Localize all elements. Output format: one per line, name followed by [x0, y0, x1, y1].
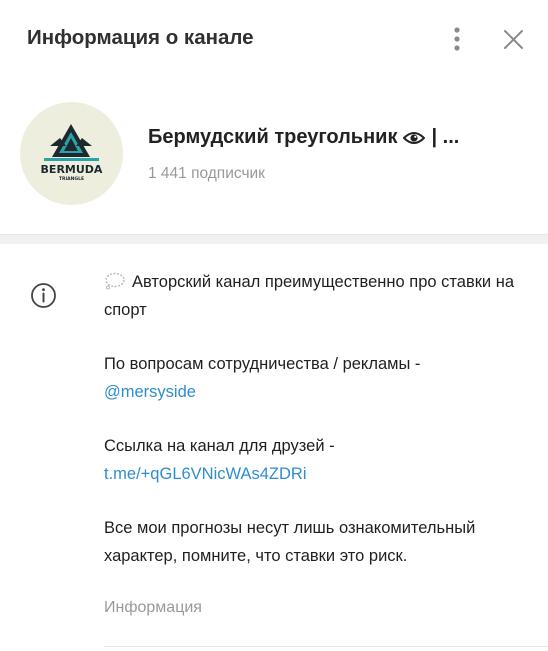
eye-icon [403, 129, 426, 147]
kebab-menu-icon[interactable] [444, 26, 470, 54]
description-text-4: Все мои прогнозы несут лишь ознакомитель… [104, 519, 476, 565]
channel-name-text: Бермудский треугольник [148, 126, 398, 148]
invite-link[interactable]: t.me/+qGL6VNicWAs4ZDRi [104, 465, 306, 483]
description-paragraph-1: Авторский канал преимущественно про став… [104, 268, 524, 324]
description-text-1: Авторский канал преимущественно про став… [104, 273, 515, 319]
info-caption: Информация [104, 599, 202, 616]
close-icon[interactable] [500, 26, 528, 54]
info-icon [30, 282, 57, 309]
channel-name: Бермудский треугольник | ... [148, 126, 533, 149]
contact-username-link[interactable]: @mersyside [104, 383, 196, 401]
description-paragraph-3: Ссылка на канал для друзей - t.me/+qGL6VN… [104, 432, 524, 488]
description-text-2: По вопросам сотрудничества / рекламы - [104, 355, 421, 373]
description-paragraph-4: Все мои прогнозы несут лишь ознакомитель… [104, 514, 524, 570]
logo-subtext: TRIANGLE [59, 176, 84, 182]
channel-avatar[interactable]: BERMUDA TRIANGLE [20, 102, 123, 205]
section-divider [0, 234, 548, 244]
logo-text: BERMUDA [41, 163, 103, 176]
description-text-3: Ссылка на канал для друзей - [104, 437, 335, 455]
channel-description: Авторский канал преимущественно про став… [104, 268, 524, 570]
channel-name-tail: | ... [431, 126, 460, 148]
subscriber-count: 1 441 подписчик [148, 165, 265, 182]
bottom-divider [104, 646, 548, 647]
bermuda-logo-icon: BERMUDA TRIANGLE [41, 124, 103, 182]
description-paragraph-2: По вопросам сотрудничества / рекламы - @m… [104, 350, 524, 406]
thought-bubble-icon [104, 271, 126, 290]
panel-header: Информация о канале [0, 0, 548, 80]
panel-title: Информация о канале [27, 26, 254, 49]
